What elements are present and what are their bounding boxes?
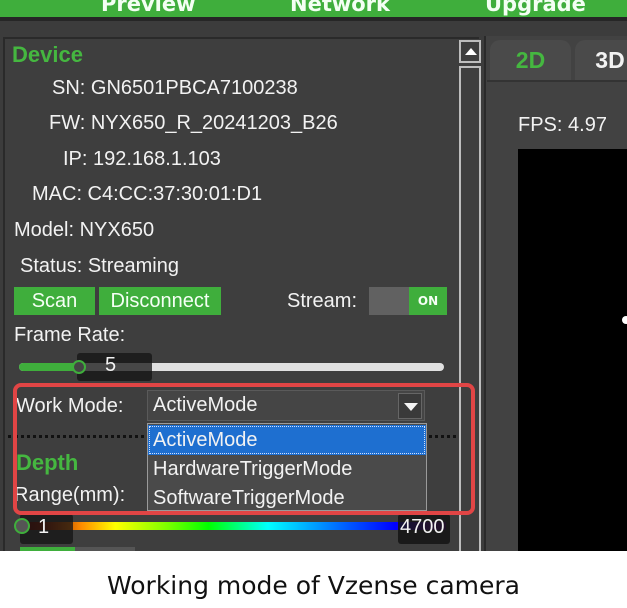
stream-toggle-on-label: ON (409, 287, 447, 315)
preview-point (622, 316, 627, 324)
scroll-up-button[interactable] (459, 40, 481, 63)
frame-rate-value: 5 (105, 354, 117, 376)
tab-network[interactable]: Network (290, 0, 390, 16)
ip-address: IP: 192.168.1.103 (63, 148, 221, 170)
tab-strip-divider (487, 80, 627, 82)
top-nav-bar: Preview Network Upgrade (0, 0, 627, 17)
depth-range-min: 1 (38, 516, 50, 538)
camera-preview-image (518, 149, 627, 551)
figure-caption: Working mode of Vzense camera (106, 571, 520, 600)
depth-range-max: 4700 (400, 516, 445, 538)
arrow-up-icon (465, 48, 477, 55)
app-window: Preview Network Upgrade Device SN: GN650… (0, 0, 627, 551)
frame-rate-label: Frame Rate: (14, 324, 126, 346)
partial-control-grey (75, 547, 135, 551)
stream-label: Stream: (287, 290, 358, 312)
topbar-divider (0, 17, 627, 21)
depth-min-handle[interactable] (14, 518, 30, 534)
frame-rate-slider-fill (19, 363, 79, 371)
depth-range-color-bar[interactable] (22, 522, 446, 530)
device-section-title: Device (12, 42, 83, 67)
firmware-version: FW: NYX650_R_20241203_B26 (49, 112, 338, 134)
stream-toggle[interactable]: ON (369, 287, 447, 315)
tab-2d[interactable]: 2D (490, 40, 571, 80)
tab-upgrade[interactable]: Upgrade (485, 0, 586, 16)
mac-address: MAC: C4:CC:37:30:01:D1 (32, 183, 263, 205)
partial-control-green (20, 547, 75, 551)
frame-rate-slider-thumb[interactable] (71, 360, 86, 374)
work-mode-highlight-box (13, 383, 475, 515)
disconnect-button[interactable]: Disconnect (99, 287, 221, 315)
model-name: Model: NYX650 (14, 219, 155, 241)
serial-number: SN: GN6501PBCA7100238 (52, 77, 298, 99)
scan-button[interactable]: Scan (14, 287, 95, 315)
device-status: Status: Streaming (20, 255, 179, 277)
tab-preview[interactable]: Preview (101, 0, 196, 16)
tab-3d[interactable]: 3D (575, 40, 627, 80)
fps-readout: FPS: 4.97 (518, 114, 607, 136)
